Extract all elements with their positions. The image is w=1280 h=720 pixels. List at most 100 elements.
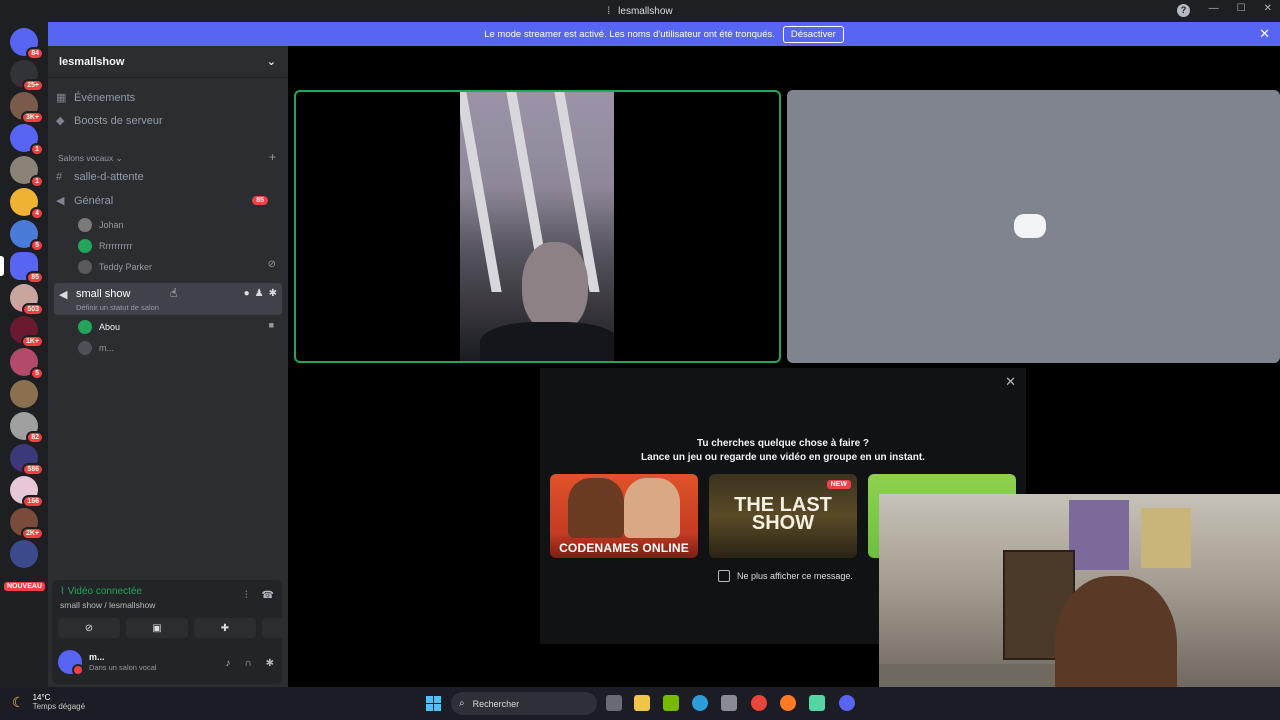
channel-salle-d-attente[interactable]: # salle-d-attente bbox=[56, 171, 280, 183]
guild-header[interactable]: lesmallshow ⌄ bbox=[48, 46, 288, 78]
voice-user[interactable]: Rrrrrrrrrr bbox=[78, 239, 132, 253]
nvidia-icon[interactable] bbox=[663, 695, 679, 711]
start-icon[interactable] bbox=[426, 696, 441, 711]
taskbar-search[interactable]: ⌕ Rechercher bbox=[451, 692, 597, 715]
speaker-icon: ◀ bbox=[59, 289, 68, 301]
server-badge: 85 bbox=[26, 271, 44, 284]
guild-name: lesmallshow bbox=[59, 55, 125, 68]
firefox-icon[interactable] bbox=[780, 695, 796, 711]
maximize-icon[interactable]: ☐ bbox=[1237, 3, 1246, 14]
server-badge: 503 bbox=[22, 303, 44, 316]
server-item[interactable]: 1 bbox=[10, 124, 44, 156]
moon-icon: ☾ bbox=[12, 693, 25, 710]
server-item[interactable]: 166 bbox=[10, 476, 44, 508]
window-title: lesmallshow bbox=[618, 5, 673, 17]
file-explorer-icon[interactable] bbox=[634, 695, 650, 711]
headphones-icon[interactable]: ∩ bbox=[244, 658, 251, 669]
speaker-icon: ◀ bbox=[56, 195, 65, 207]
category-label: Salons vocaux bbox=[58, 153, 114, 163]
close-icon[interactable]: ✕ bbox=[1005, 374, 1016, 390]
server-badge: 166 bbox=[22, 495, 44, 508]
voice-status: ⌇ Vidéo connectée bbox=[60, 586, 142, 597]
voice-user[interactable]: Abou bbox=[78, 320, 120, 334]
game-card-codenames[interactable]: CODENAMES ONLINE bbox=[550, 474, 698, 558]
checkbox[interactable] bbox=[718, 570, 730, 582]
hash-icon: # bbox=[56, 171, 63, 183]
server-item[interactable]: 3K+ bbox=[10, 92, 44, 124]
chrome-icon[interactable] bbox=[751, 695, 767, 711]
help-icon[interactable]: ? bbox=[1177, 4, 1190, 17]
add-channel-icon[interactable]: + bbox=[269, 150, 276, 164]
server-item[interactable] bbox=[10, 540, 38, 568]
settings-gear-icon[interactable]: ✱ bbox=[266, 658, 274, 669]
close-banner-icon[interactable]: ✕ bbox=[1259, 26, 1270, 42]
store-icon[interactable] bbox=[721, 695, 737, 711]
gear-icon[interactable]: ✱ bbox=[269, 288, 277, 299]
channel-label: salle-d-attente bbox=[74, 171, 144, 183]
voice-user[interactable]: m... bbox=[78, 341, 114, 355]
task-view-icon[interactable] bbox=[606, 695, 622, 711]
server-badge: 5 bbox=[30, 367, 44, 380]
boosts-link[interactable]: ◆ Boosts de serveur bbox=[56, 114, 280, 128]
user-panel[interactable]: m... Dans un salon vocal bbox=[58, 650, 157, 676]
voice-channel-path[interactable]: small show / lesmallshow bbox=[60, 600, 155, 610]
server-item[interactable]: 1 bbox=[10, 156, 44, 188]
voice-user[interactable]: Teddy Parker bbox=[78, 260, 152, 274]
channel-status-hint[interactable]: Définir un statut de salon bbox=[76, 303, 159, 312]
channel-small-show[interactable]: ◀ small show Définir un statut de salon … bbox=[54, 283, 282, 315]
discord-taskbar-icon[interactable] bbox=[839, 695, 855, 711]
user-name: Johan bbox=[99, 220, 124, 230]
avatar bbox=[78, 341, 92, 355]
disable-streamer-button[interactable]: Désactiver bbox=[782, 25, 844, 43]
avatar bbox=[78, 260, 92, 274]
server-item[interactable]: 4 bbox=[10, 188, 44, 220]
search-icon: ⌕ bbox=[459, 698, 465, 709]
channel-label: small show bbox=[76, 288, 131, 300]
video-icon: ■ bbox=[268, 320, 274, 330]
edge-icon[interactable] bbox=[692, 695, 708, 711]
scene-detail bbox=[1069, 500, 1129, 570]
server-item[interactable]: 5 bbox=[10, 220, 44, 252]
dont-show-again[interactable]: Ne plus afficher ce message. bbox=[718, 570, 853, 582]
channel-sidebar: lesmallshow ⌄ ▦ Événements ◆ Boosts de ser… bbox=[48, 46, 324, 687]
server-badge: 1K+ bbox=[20, 335, 44, 348]
window-icon: ⁞ bbox=[607, 5, 611, 17]
microphone-icon[interactable]: ♪ bbox=[225, 658, 230, 669]
activity-heading: Tu cherches quelque chose à faire ? bbox=[696, 438, 870, 449]
chat-icon[interactable]: ● bbox=[244, 288, 250, 299]
close-window-icon[interactable]: ✕ bbox=[1264, 3, 1272, 14]
feed-detail bbox=[480, 322, 614, 361]
streamer-mode-banner: Le mode streamer est activé. Les noms d'… bbox=[48, 22, 1280, 46]
game-card-last-show[interactable]: NEW THE LAST SHOW bbox=[709, 474, 857, 558]
weather-widget[interactable]: ☾ 14°C Temps dégagé bbox=[12, 693, 85, 711]
events-link[interactable]: ▦ Événements bbox=[56, 91, 280, 105]
user-name: Abou bbox=[99, 322, 121, 332]
minimize-icon[interactable]: — bbox=[1209, 3, 1219, 14]
server-item[interactable]: 1K+ bbox=[10, 316, 44, 348]
voice-user[interactable]: Johan bbox=[78, 218, 124, 232]
server-item[interactable]: 5 bbox=[10, 348, 44, 380]
server-item-active[interactable]: 85 bbox=[0, 252, 44, 284]
voice-status-label: Vidéo connectée bbox=[67, 586, 142, 597]
video-tile-speaking[interactable] bbox=[294, 90, 781, 363]
disconnect-icon[interactable]: ☎ bbox=[262, 590, 274, 601]
server-item[interactable]: 586 bbox=[10, 444, 44, 476]
server-badge: 1 bbox=[30, 143, 44, 156]
screen-share-button[interactable]: ▣ bbox=[126, 618, 188, 638]
server-notifications[interactable]: 25+ bbox=[10, 60, 44, 92]
avatar bbox=[78, 218, 92, 232]
activities-button[interactable]: ✚ bbox=[194, 618, 256, 638]
server-item[interactable] bbox=[10, 380, 38, 408]
server-item[interactable]: 503 bbox=[10, 284, 44, 316]
channel-general[interactable]: ◀ Général 85 bbox=[56, 194, 280, 207]
noise-suppression-icon[interactable]: ⫶ bbox=[245, 590, 248, 601]
server-home[interactable]: 84 bbox=[10, 28, 44, 60]
server-item[interactable]: 82 bbox=[10, 412, 44, 444]
app-icon[interactable] bbox=[809, 695, 825, 711]
voice-category[interactable]: Salons vocaux ⌄ bbox=[58, 153, 123, 164]
video-tile-placeholder[interactable] bbox=[787, 90, 1280, 363]
server-item[interactable]: 2K+ bbox=[10, 508, 44, 540]
events-label: Événements bbox=[74, 91, 136, 104]
invite-icon[interactable]: ♟ bbox=[255, 288, 264, 299]
toggle-camera-button[interactable]: ⊘ bbox=[58, 618, 120, 638]
